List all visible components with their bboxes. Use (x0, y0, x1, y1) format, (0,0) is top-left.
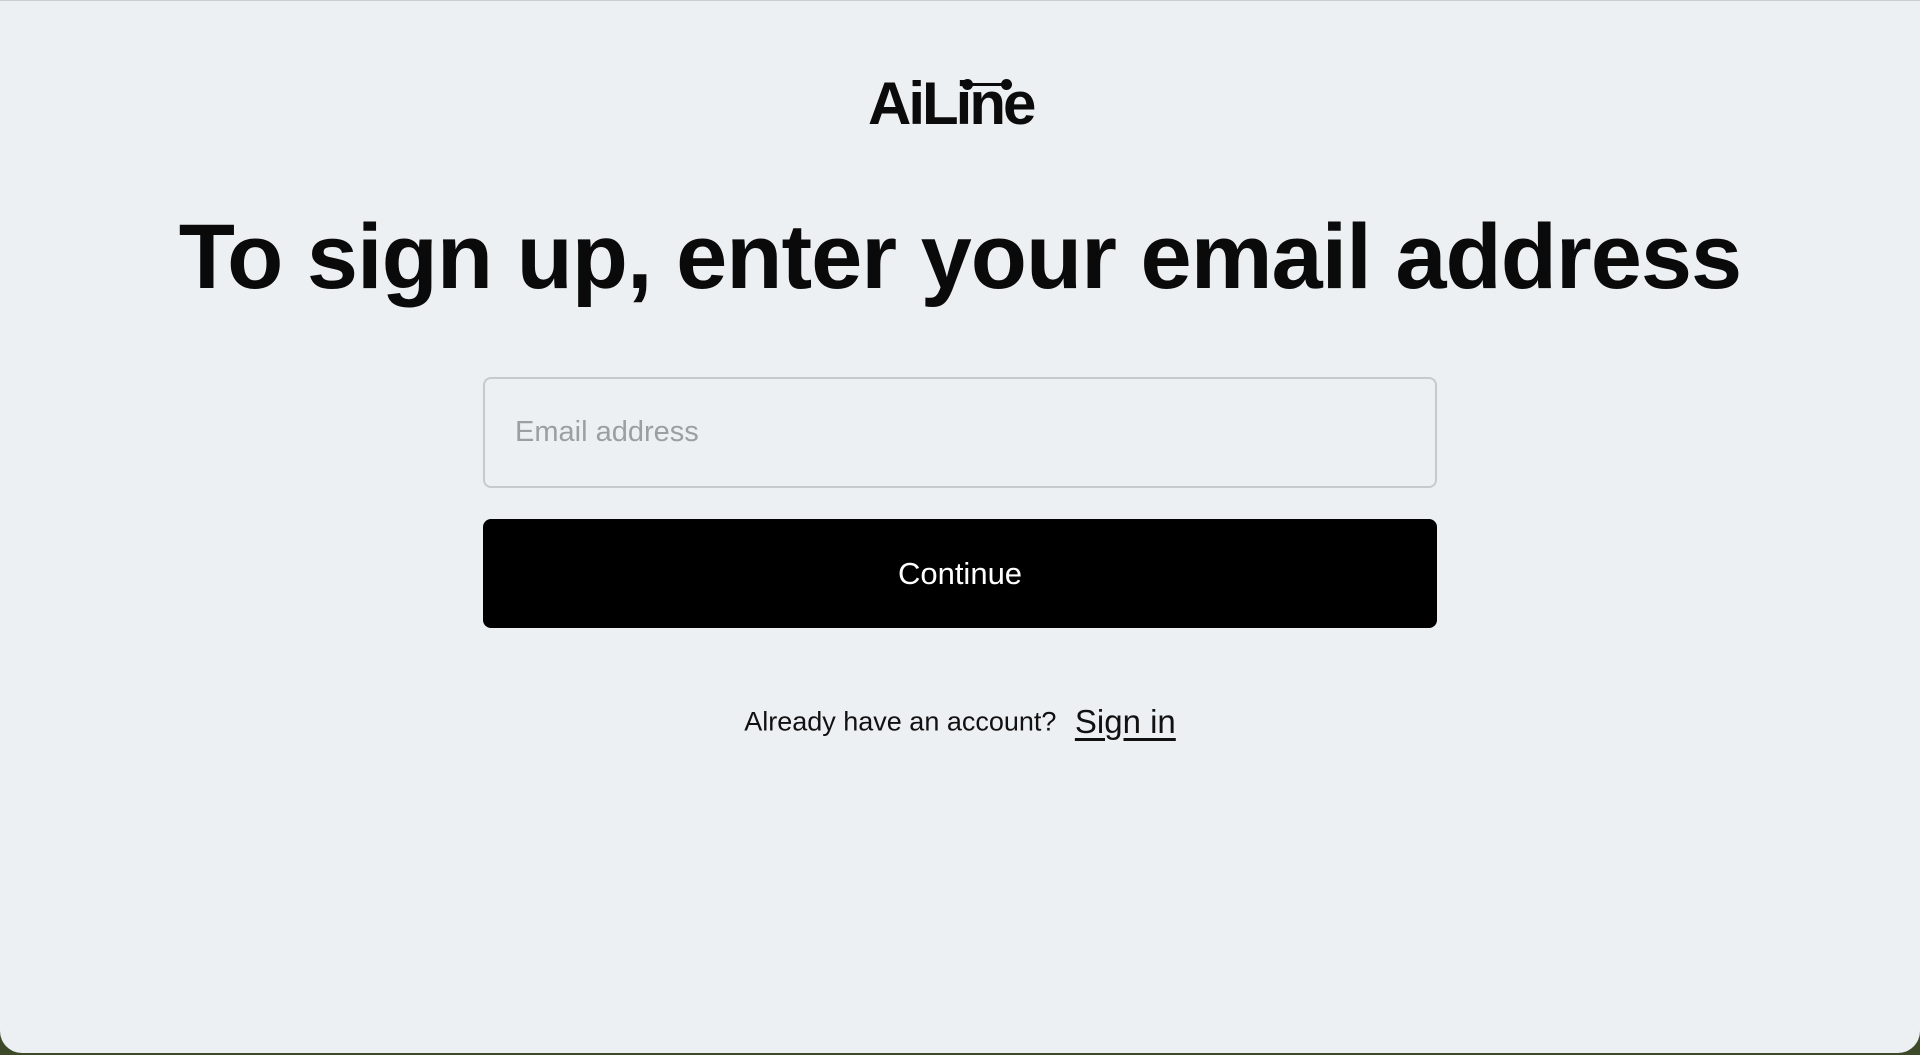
signin-prompt-row: Already have an account? Sign in (0, 703, 1920, 741)
logo-accent-dot (1001, 79, 1012, 90)
signin-link[interactable]: Sign in (1075, 703, 1176, 740)
email-field[interactable] (483, 377, 1437, 488)
continue-button[interactable]: Continue (483, 519, 1437, 628)
signin-prompt-text: Already have an account? (744, 706, 1057, 737)
logo-accent-dot (962, 79, 973, 90)
page-title: To sign up, enter your email address (178, 206, 1742, 308)
signup-page: AiLine To sign up, enter your email addr… (0, 0, 1920, 1053)
brand-logo: AiLine (868, 71, 1052, 137)
